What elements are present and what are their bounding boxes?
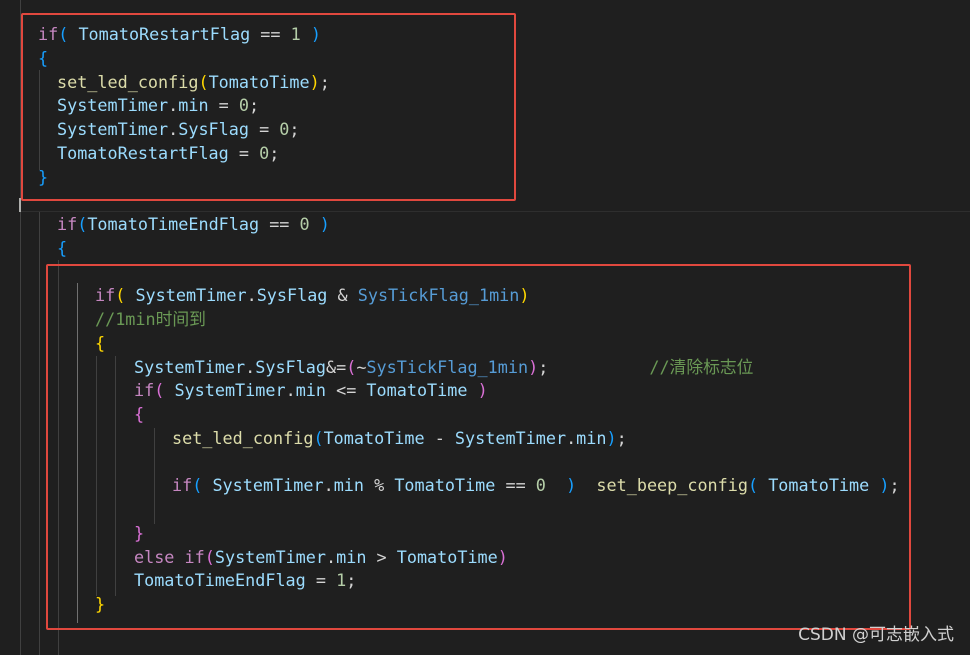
- code-token: TomatoTimeEndFlag: [87, 214, 260, 234]
- code-token: {: [57, 238, 68, 258]
- indent-guide: [39, 212, 40, 655]
- code-editor[interactable]: if( TomatoRestartFlag == 1 ) { set_led_c…: [0, 0, 970, 655]
- highlight-box-timer-block: [46, 264, 911, 630]
- code-line[interactable]: if(TomatoTimeEndFlag == 0 ): [57, 212, 330, 236]
- code-token: (: [77, 214, 88, 234]
- code-token: if: [57, 214, 78, 234]
- code-token: ): [309, 214, 330, 234]
- code-line[interactable]: {: [57, 236, 67, 260]
- watermark: CSDN @可志嵌入式: [798, 625, 954, 645]
- code-token: ==: [259, 214, 300, 234]
- code-token: 0: [299, 214, 310, 234]
- highlight-box-restart-block: [21, 13, 516, 201]
